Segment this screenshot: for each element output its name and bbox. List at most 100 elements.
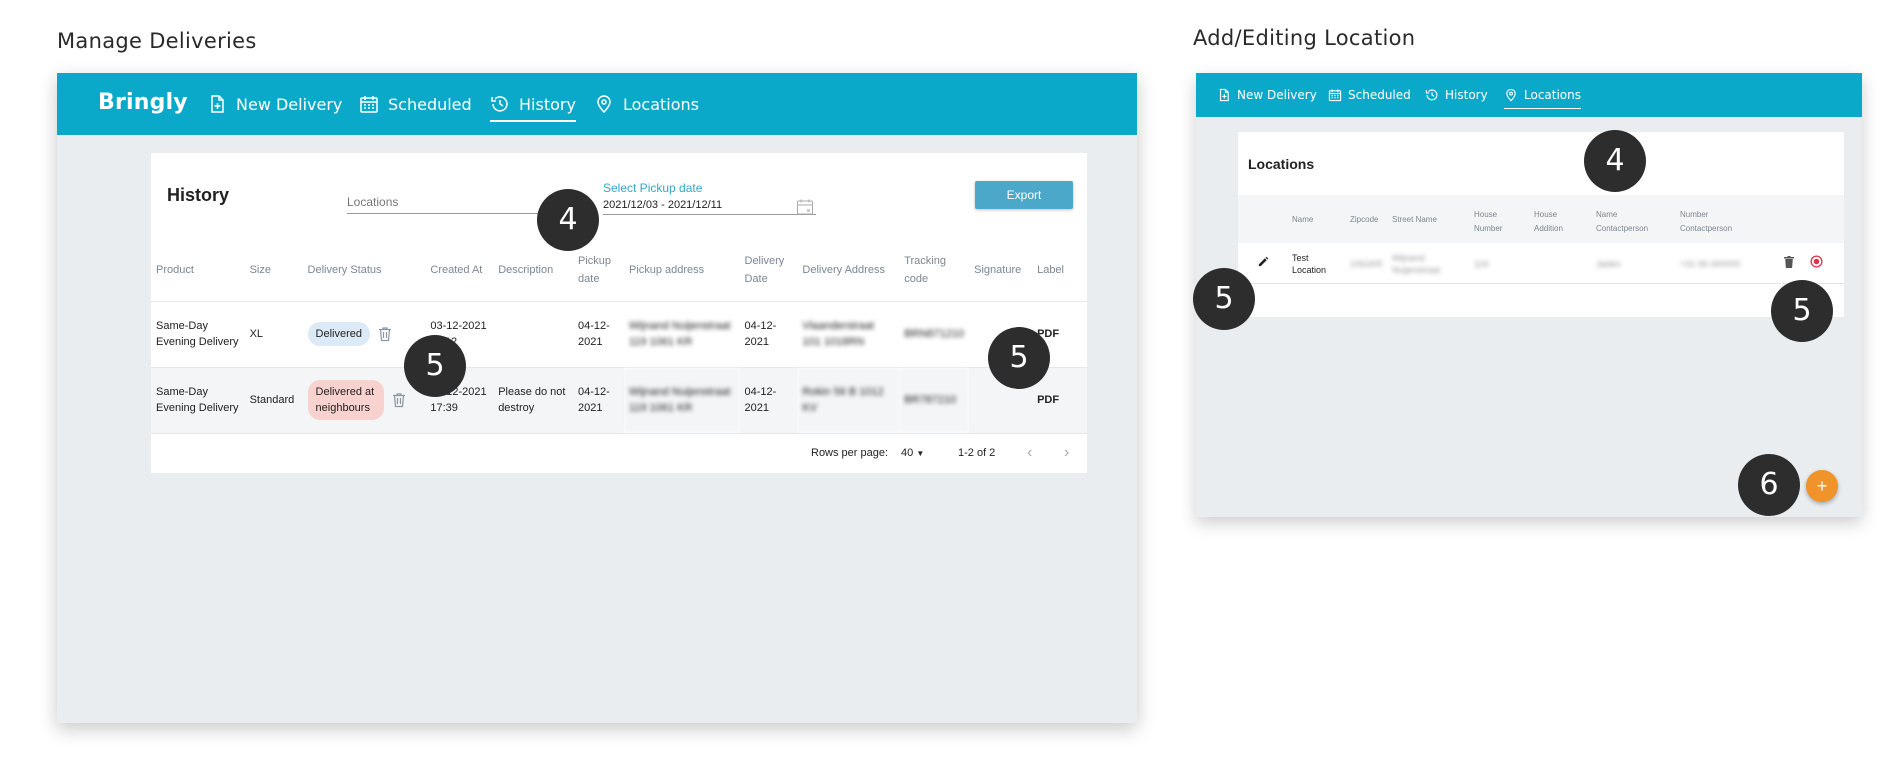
locations-window: New Delivery Scheduled History Locations… [1196,73,1862,517]
cell-zipcode: 1061KR [1350,259,1383,269]
manage-deliveries-window: Bringly New Delivery Scheduled History L… [57,73,1137,723]
pickup-date-input[interactable]: 2021/12/03 - 2021/12/11 [603,199,816,215]
nav-label: Scheduled [1348,88,1411,102]
record-icon[interactable] [1810,255,1823,268]
column-header[interactable]: Pickup address [624,239,740,301]
history-icon [491,96,508,112]
rows-per-page-value: 40 [901,447,914,459]
nav-label: Locations [623,94,700,114]
nav-label: History [519,94,576,114]
cell-product: Same-Day Evening Delivery [151,366,245,433]
history-icon [1425,89,1438,101]
nav-scheduled[interactable]: Scheduled [1328,73,1411,117]
column-header[interactable]: Delivery Date [740,239,798,301]
nav-history[interactable]: History [1425,73,1488,117]
chevron-left-icon[interactable]: ‹ [1027,444,1032,462]
annotation-marker: 5 [404,335,466,397]
cell-size: Standard [244,366,303,433]
nav-scheduled[interactable]: Scheduled [359,73,472,135]
locations-card: Locations Name Zipcode Street Name House… [1238,132,1844,317]
calendar-icon [1328,89,1342,102]
cell-description: Please do not destroy [493,366,574,433]
pagination: Rows per page: 40 ▼ 1-2 of 2 ‹ › [151,433,1087,473]
cell-tracking-code: BR787210 [899,366,970,433]
nav-new-delivery[interactable]: New Delivery [207,73,342,135]
pickup-date-label: Select Pickup date [603,181,703,195]
cell-delivery-address: Vlaanderstraat 101 1018RN [797,300,900,367]
chevron-right-icon[interactable]: › [1064,444,1069,462]
canvas: Manage Deliveries Add/Editing Location B… [0,0,1903,767]
rows-per-page-select[interactable]: 40 ▼ [901,447,924,459]
nav-label: New Delivery [236,94,343,114]
column-header[interactable]: Number Contactperson [1680,208,1746,236]
nav-locations[interactable]: Locations [1504,73,1582,117]
column-header[interactable]: Delivery Address [797,239,899,301]
caret-down-icon: ▼ [916,449,925,458]
table-row[interactable]: Same-Day Evening Delivery XL Delivered 0… [151,300,1087,367]
nav-locations[interactable]: Locations [594,73,699,135]
export-button[interactable]: Export [975,181,1073,209]
add-location-button[interactable]: + [1806,470,1838,502]
annotation-marker: 5 [988,327,1050,389]
column-header[interactable]: Name Contactperson [1596,208,1662,236]
table-row[interactable]: Same-Day Evening Delivery Standard Deliv… [151,366,1087,433]
calendar-icon[interactable] [796,198,814,216]
trash-icon[interactable] [1784,256,1794,268]
locations-filter-input[interactable]: Locations [347,195,562,214]
top-nav: New Delivery Scheduled History Locations [1196,73,1862,117]
annotation-marker: 6 [1738,454,1800,516]
map-pin-icon [597,95,611,114]
cell-contact-number: +31 06 000000 [1680,259,1741,269]
cell-pickup-date: 04-12-2021 [573,366,624,433]
cell-size: XL [244,300,303,367]
file-plus-icon [1219,88,1229,102]
cell-house-number: 119 [1474,259,1489,269]
map-pin-icon [1506,88,1516,102]
column-header[interactable]: Delivery Status [303,239,426,301]
nav-history[interactable]: History [490,73,576,135]
section-title-add-editing-location: Add/Editing Location [1193,26,1416,50]
trash-icon[interactable] [392,392,406,408]
column-header[interactable]: Size [245,239,303,301]
nav-new-delivery[interactable]: New Delivery [1217,73,1317,117]
cell-pickup-address: Wijnand Nuijenstraat 119 1061 KR [623,300,740,367]
table-header-row: Product Size Delivery Status Created At … [151,239,1087,301]
calendar-icon [360,96,378,113]
history-card: History Locations Select Pickup date 202… [151,153,1087,473]
column-header[interactable]: Name [1292,213,1313,227]
page-range: 1-2 of 2 [958,447,996,459]
status-badge: Delivered at neighbours [307,380,384,421]
annotation-marker: 5 [1771,280,1833,342]
column-header[interactable]: House Addition [1534,208,1574,236]
cell-pickup-date: 04-12-2021 [573,300,624,367]
cell-tracking-code: BRN871210 [899,300,970,367]
cell-name: Test Location [1292,253,1327,275]
locations-table-header: Name Zipcode Street Name House Number Ho… [1238,195,1844,243]
cell-contact-name: Jaden [1596,259,1621,269]
column-header[interactable]: Label [1032,239,1087,301]
column-header[interactable]: Street Name [1392,213,1437,227]
column-header[interactable]: House Number [1474,208,1514,236]
rows-per-page-label: Rows per page: [811,447,889,459]
column-header[interactable]: Tracking code [899,239,969,301]
nav-label: New Delivery [1237,88,1317,102]
cell-delivery-date: 04-12-2021 [739,300,798,367]
column-header[interactable]: Product [151,239,245,301]
table-row[interactable]: Test Location 1061KR Wijnand Nuijenstraa… [1238,243,1844,284]
cell-pickup-address: Wijnand Nuijenstraat 119 1061 KR [623,366,740,433]
cell-delivery-address: Rokin 56 B 1012 KV [797,366,900,433]
brand-logo[interactable]: Bringly [98,90,188,115]
nav-label: History [1445,88,1488,102]
nav-label: Locations [1524,88,1582,102]
file-plus-icon [211,95,224,113]
history-table: Product Size Delivery Status Created At … [151,239,1087,433]
nav-label: Scheduled [388,94,472,114]
column-header[interactable]: Signature [969,239,1032,301]
annotation-marker: 5 [1193,268,1255,330]
card-title: History [167,185,230,205]
trash-icon[interactable] [378,326,392,342]
card-title: Locations [1248,156,1315,172]
pencil-icon[interactable] [1258,256,1269,267]
column-header[interactable]: Created At [425,239,493,301]
column-header[interactable]: Zipcode [1350,213,1378,227]
